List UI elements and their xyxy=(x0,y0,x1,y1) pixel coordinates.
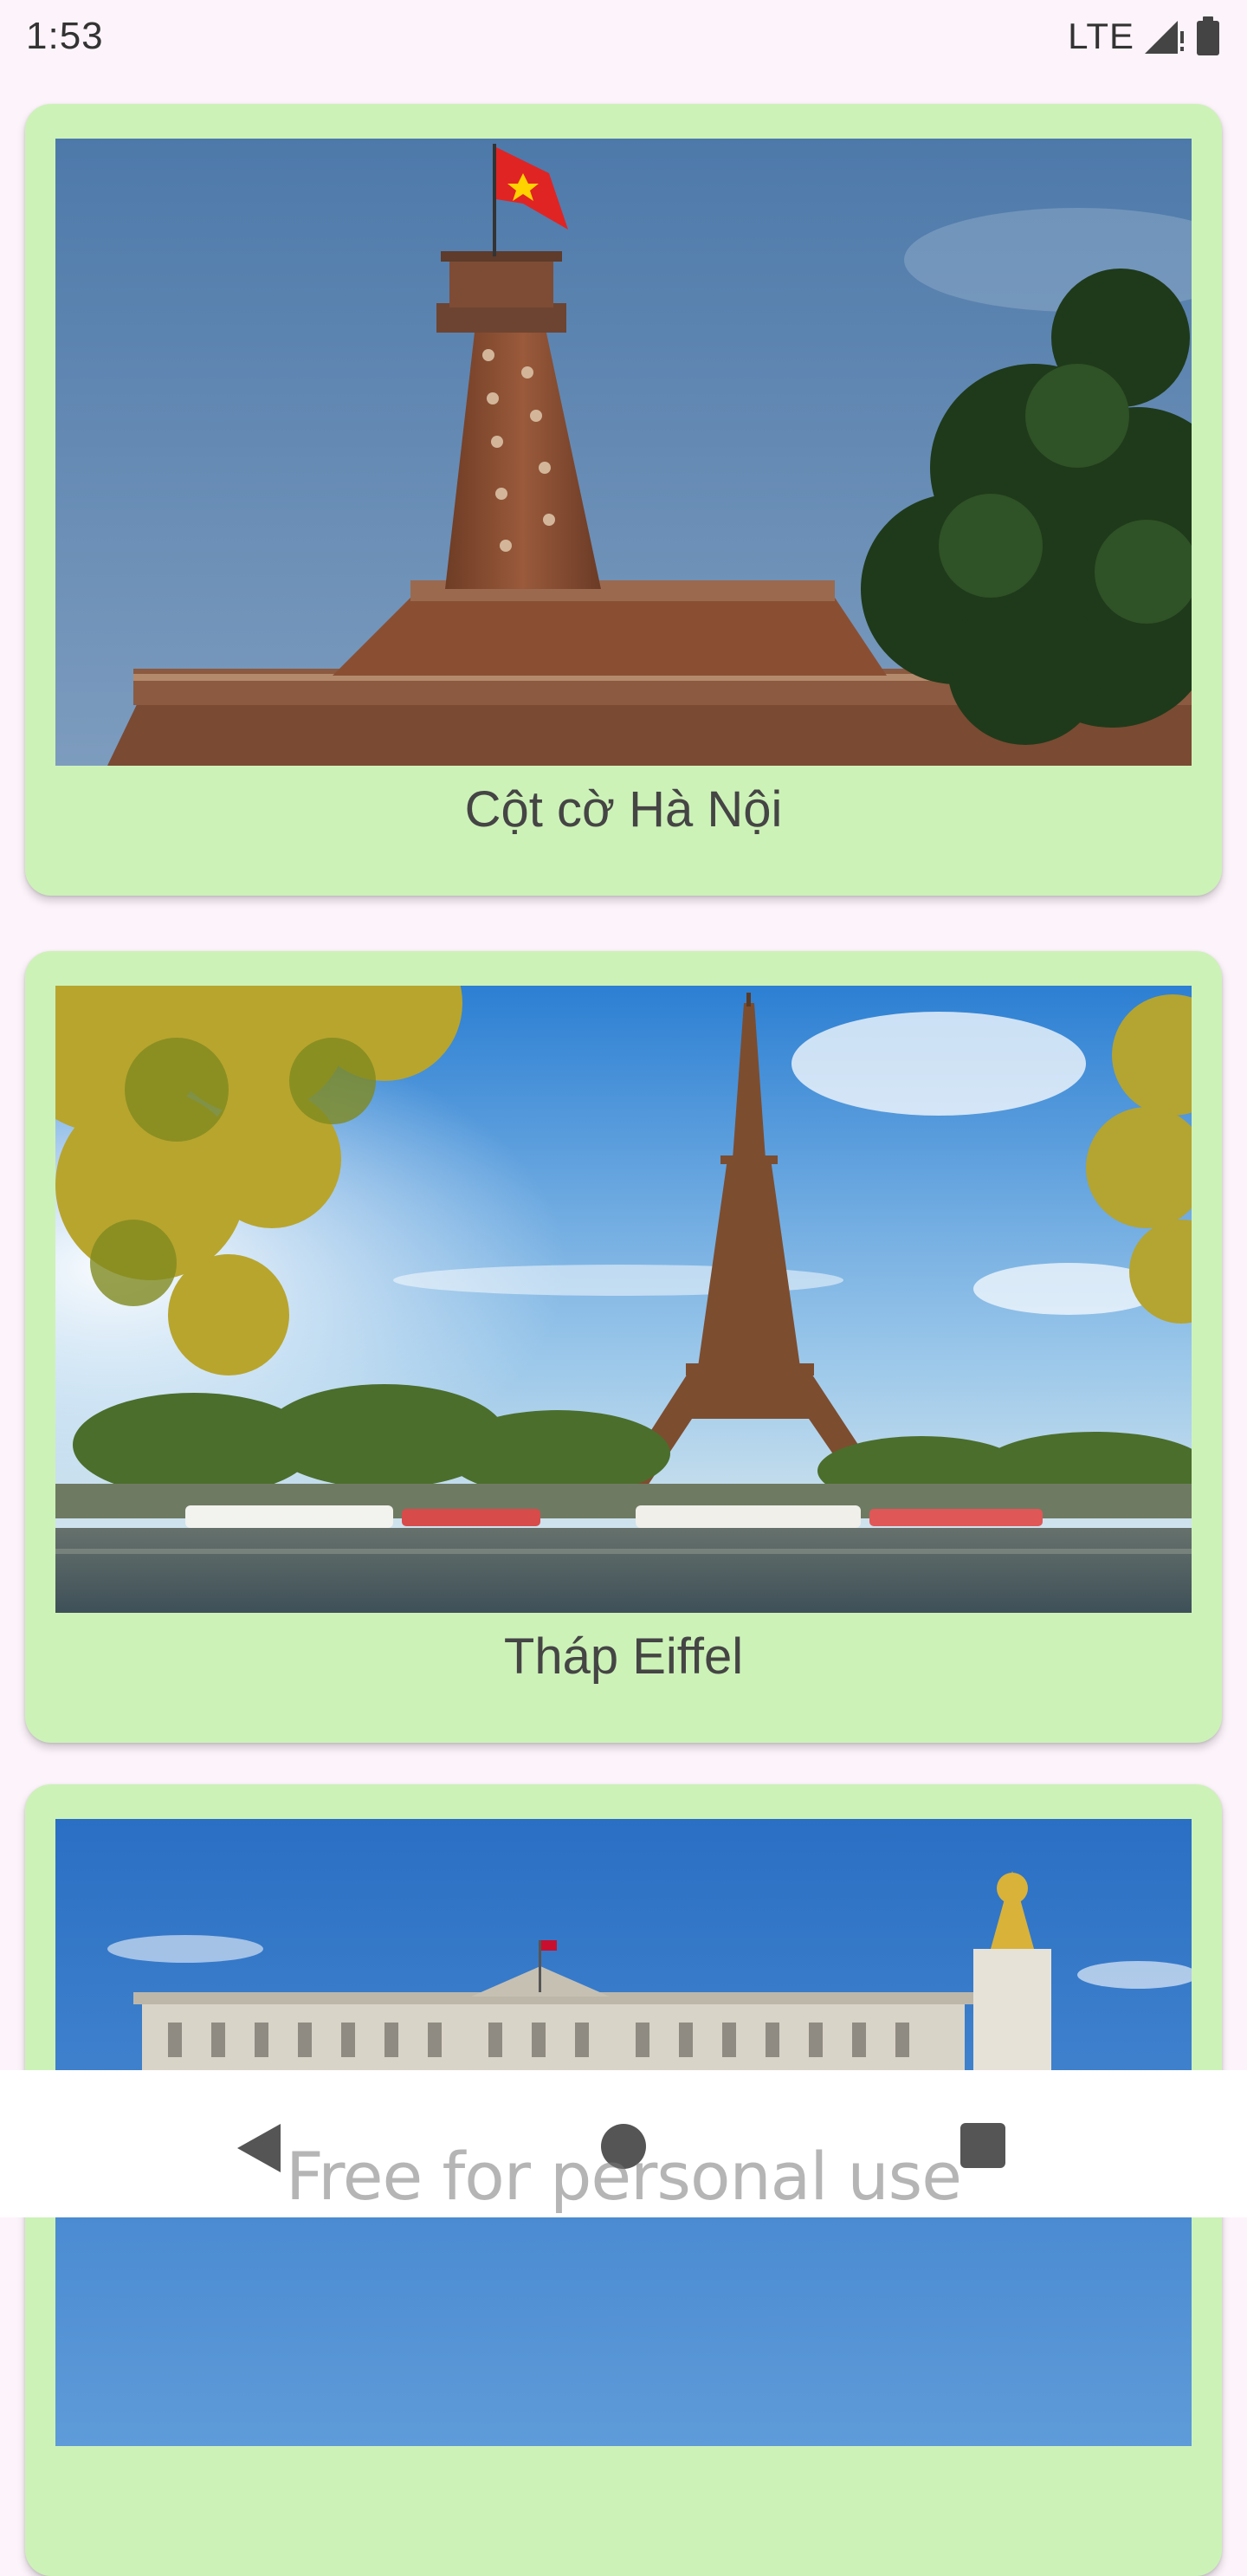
place-title: Cột cờ Hà Nội xyxy=(464,781,783,838)
back-icon[interactable] xyxy=(236,2122,282,2178)
place-title: Tháp Eiffel xyxy=(503,1628,744,1685)
system-nav-bar xyxy=(0,2070,1247,2217)
place-image xyxy=(55,986,1192,1613)
place-card[interactable]: Tháp Eiffel xyxy=(25,951,1222,1743)
place-card[interactable]: Cột cờ Hà Nội xyxy=(25,104,1222,896)
home-icon[interactable] xyxy=(599,2122,648,2175)
status-time: 1:53 xyxy=(26,15,104,57)
place-image xyxy=(55,139,1192,766)
status-icons: LTE xyxy=(1068,16,1221,57)
recents-icon[interactable] xyxy=(959,2122,1006,2173)
battery-full-icon xyxy=(1195,16,1221,57)
network-type-label: LTE xyxy=(1068,16,1134,56)
status-bar: 1:53 LTE xyxy=(0,0,1247,73)
signal-no-data-icon xyxy=(1143,17,1186,55)
